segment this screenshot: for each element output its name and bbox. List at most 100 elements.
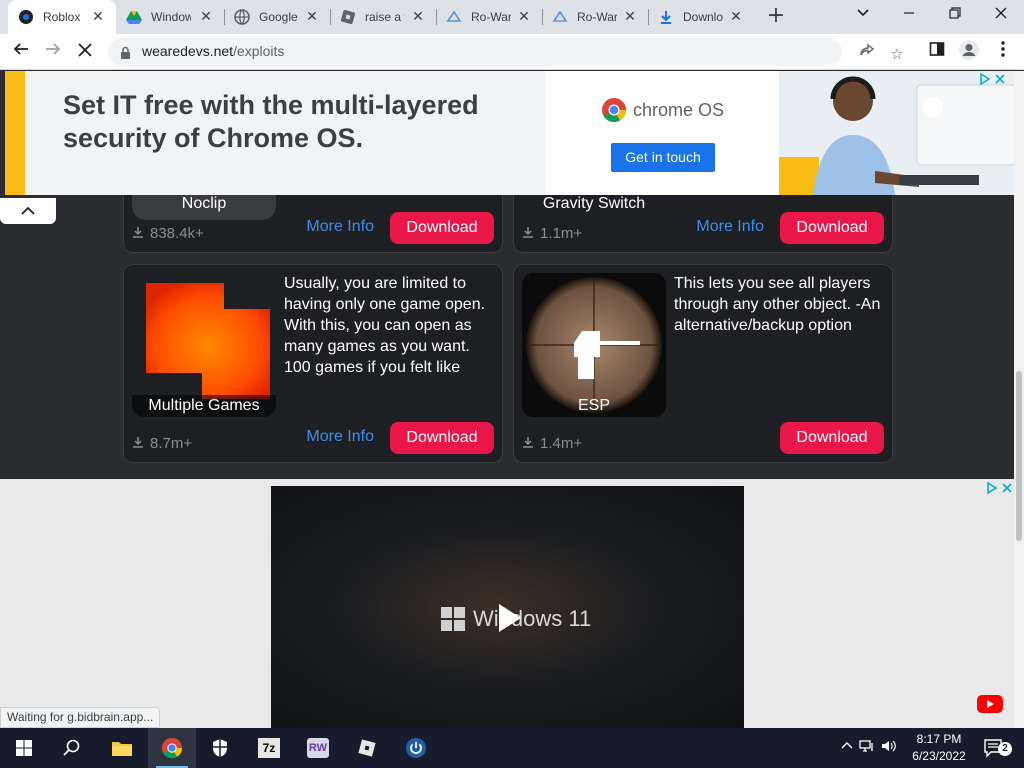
- download-count: 1.1m+: [522, 225, 582, 242]
- shield-icon: [213, 739, 227, 757]
- multiple-games-thumbnail: Multiple Games: [132, 273, 276, 417]
- browser-menu-icon[interactable]: [990, 39, 1016, 65]
- new-tab-button[interactable]: +: [764, 5, 788, 29]
- tab-windows[interactable]: Windows ✕: [116, 0, 224, 34]
- download-count-icon: [132, 225, 144, 242]
- 7zip-icon: 7z: [258, 738, 280, 758]
- close-window-icon[interactable]: [978, 0, 1024, 30]
- video-brand: Windows 11: [473, 606, 592, 631]
- close-tab-icon[interactable]: ✕: [90, 9, 106, 25]
- video-player[interactable]: Windows 11: [271, 486, 744, 728]
- start-button[interactable]: [0, 728, 48, 768]
- esp-thumbnail: ESP: [522, 273, 666, 417]
- address-bar[interactable]: wearedevs.net/exploits ☆: [108, 38, 904, 66]
- tab-ro-war-2[interactable]: Ro-War ✕: [542, 0, 648, 34]
- security-app-button[interactable]: [196, 728, 244, 768]
- file-explorer-button[interactable]: [98, 728, 146, 768]
- stop-loading-button[interactable]: [72, 39, 98, 65]
- notification-count-badge: 2: [998, 742, 1012, 756]
- profile-avatar[interactable]: [956, 39, 982, 65]
- search-button[interactable]: [48, 728, 96, 768]
- chevron-up-icon[interactable]: [838, 740, 856, 756]
- bottom-video-ad[interactable]: Windows 11: [0, 479, 1014, 728]
- ad-choices-icon[interactable]: [985, 481, 1015, 495]
- back-button[interactable]: [8, 39, 34, 65]
- clock-time: 8:17 PM: [916, 732, 962, 746]
- volume-icon[interactable]: [878, 739, 900, 757]
- download-count: 838.4k+: [132, 225, 204, 242]
- tab-roblox[interactable]: Roblox ✕: [8, 0, 116, 34]
- rowar-icon: [552, 9, 568, 25]
- 7zip-button[interactable]: 7z: [245, 728, 293, 768]
- ad-choices-icon[interactable]: [978, 72, 1008, 86]
- network-icon[interactable]: [856, 739, 878, 757]
- windows-start-icon: [16, 740, 32, 756]
- more-info-link[interactable]: More Info: [306, 218, 374, 236]
- get-in-touch-button[interactable]: Get in touch: [611, 143, 715, 172]
- url-text: wearedevs.net/exploits: [142, 43, 284, 59]
- ad-headline: Set IT free with the multi-layered secur…: [63, 90, 479, 153]
- close-tab-icon[interactable]: ✕: [410, 9, 426, 25]
- download-count: 1.4m+: [522, 435, 582, 452]
- chrome-taskbar-button[interactable]: [148, 728, 196, 768]
- close-tab-icon[interactable]: ✕: [516, 9, 532, 25]
- download-button[interactable]: Download: [780, 422, 884, 454]
- close-tab-icon[interactable]: ✕: [304, 9, 320, 25]
- share-icon[interactable]: [856, 43, 878, 65]
- restore-icon[interactable]: [932, 0, 978, 30]
- forward-button[interactable]: [40, 39, 66, 65]
- chrome-icon: [161, 737, 183, 759]
- more-info-link[interactable]: More Info: [696, 218, 764, 236]
- tab-title: Windows: [151, 10, 191, 24]
- tab-download[interactable]: Download ✕: [648, 0, 754, 34]
- page-scrollbar[interactable]: [1014, 71, 1024, 728]
- roblox-icon: [358, 739, 376, 757]
- collapse-ad-button[interactable]: [0, 198, 56, 224]
- download-button[interactable]: Download: [390, 422, 494, 454]
- folder-icon: [112, 742, 132, 756]
- card-description: This lets you see all players through an…: [674, 275, 881, 334]
- close-tab-icon[interactable]: ✕: [198, 9, 214, 25]
- tab-search-icon[interactable]: [840, 0, 886, 30]
- notification-center-button[interactable]: 2: [974, 728, 1014, 768]
- side-panel-icon[interactable]: [924, 39, 950, 65]
- top-banner-ad[interactable]: Set IT free with the multi-layered secur…: [5, 71, 1015, 195]
- chevron-up-icon: [21, 206, 35, 215]
- download-count-value: 838.4k+: [150, 225, 204, 242]
- power-app-button[interactable]: [392, 728, 440, 768]
- tab-google[interactable]: Google ✕: [224, 0, 330, 34]
- rowar-app-button[interactable]: RW: [294, 728, 342, 768]
- exploit-card-esp: ESP This lets you see all players throug…: [513, 264, 893, 463]
- close-tab-icon[interactable]: ✕: [728, 9, 744, 25]
- browser-toolbar: wearedevs.net/exploits ☆: [0, 34, 1024, 70]
- browser-status-bar: Waiting for g.bidbrain.app...: [0, 707, 161, 728]
- download-button[interactable]: Download: [780, 212, 884, 244]
- exploit-card-multiple-games: Multiple Games Usually, you are limited …: [123, 264, 503, 463]
- download-count-value: 1.1m+: [540, 225, 583, 242]
- taskbar-clock[interactable]: 8:17 PM 6/23/2022: [906, 731, 972, 765]
- roblox-icon: [340, 9, 356, 25]
- lock-icon: [120, 45, 131, 64]
- bookmark-star-icon[interactable]: ☆: [886, 43, 908, 65]
- system-tray: [838, 728, 900, 768]
- rowar-icon: RW: [307, 738, 329, 758]
- download-button[interactable]: Download: [390, 212, 494, 244]
- minimize-icon[interactable]: [886, 0, 932, 30]
- play-icon[interactable]: [499, 604, 521, 632]
- google-drive-icon: [126, 9, 142, 25]
- ad-photo: [779, 71, 1015, 195]
- close-tab-icon[interactable]: ✕: [622, 9, 638, 25]
- youtube-icon[interactable]: [977, 695, 1003, 713]
- chrome-os-logo: chrome OS: [601, 97, 724, 123]
- scrollbar-thumb[interactable]: [1016, 371, 1022, 541]
- more-info-link[interactable]: More Info: [306, 428, 374, 446]
- url-path: /exploits: [233, 43, 285, 59]
- download-count-icon: [132, 435, 144, 452]
- roblox-app-button[interactable]: [343, 728, 391, 768]
- ad-headline-panel: Set IT free with the multi-layered secur…: [25, 71, 545, 195]
- tab-title: Download: [683, 10, 723, 24]
- tab-ro-war[interactable]: Ro-War ✕: [436, 0, 542, 34]
- tab-raise-a-floppa[interactable]: raise a fl ✕: [330, 0, 436, 34]
- search-icon: [63, 739, 80, 756]
- ad-accent-bar: [5, 71, 25, 195]
